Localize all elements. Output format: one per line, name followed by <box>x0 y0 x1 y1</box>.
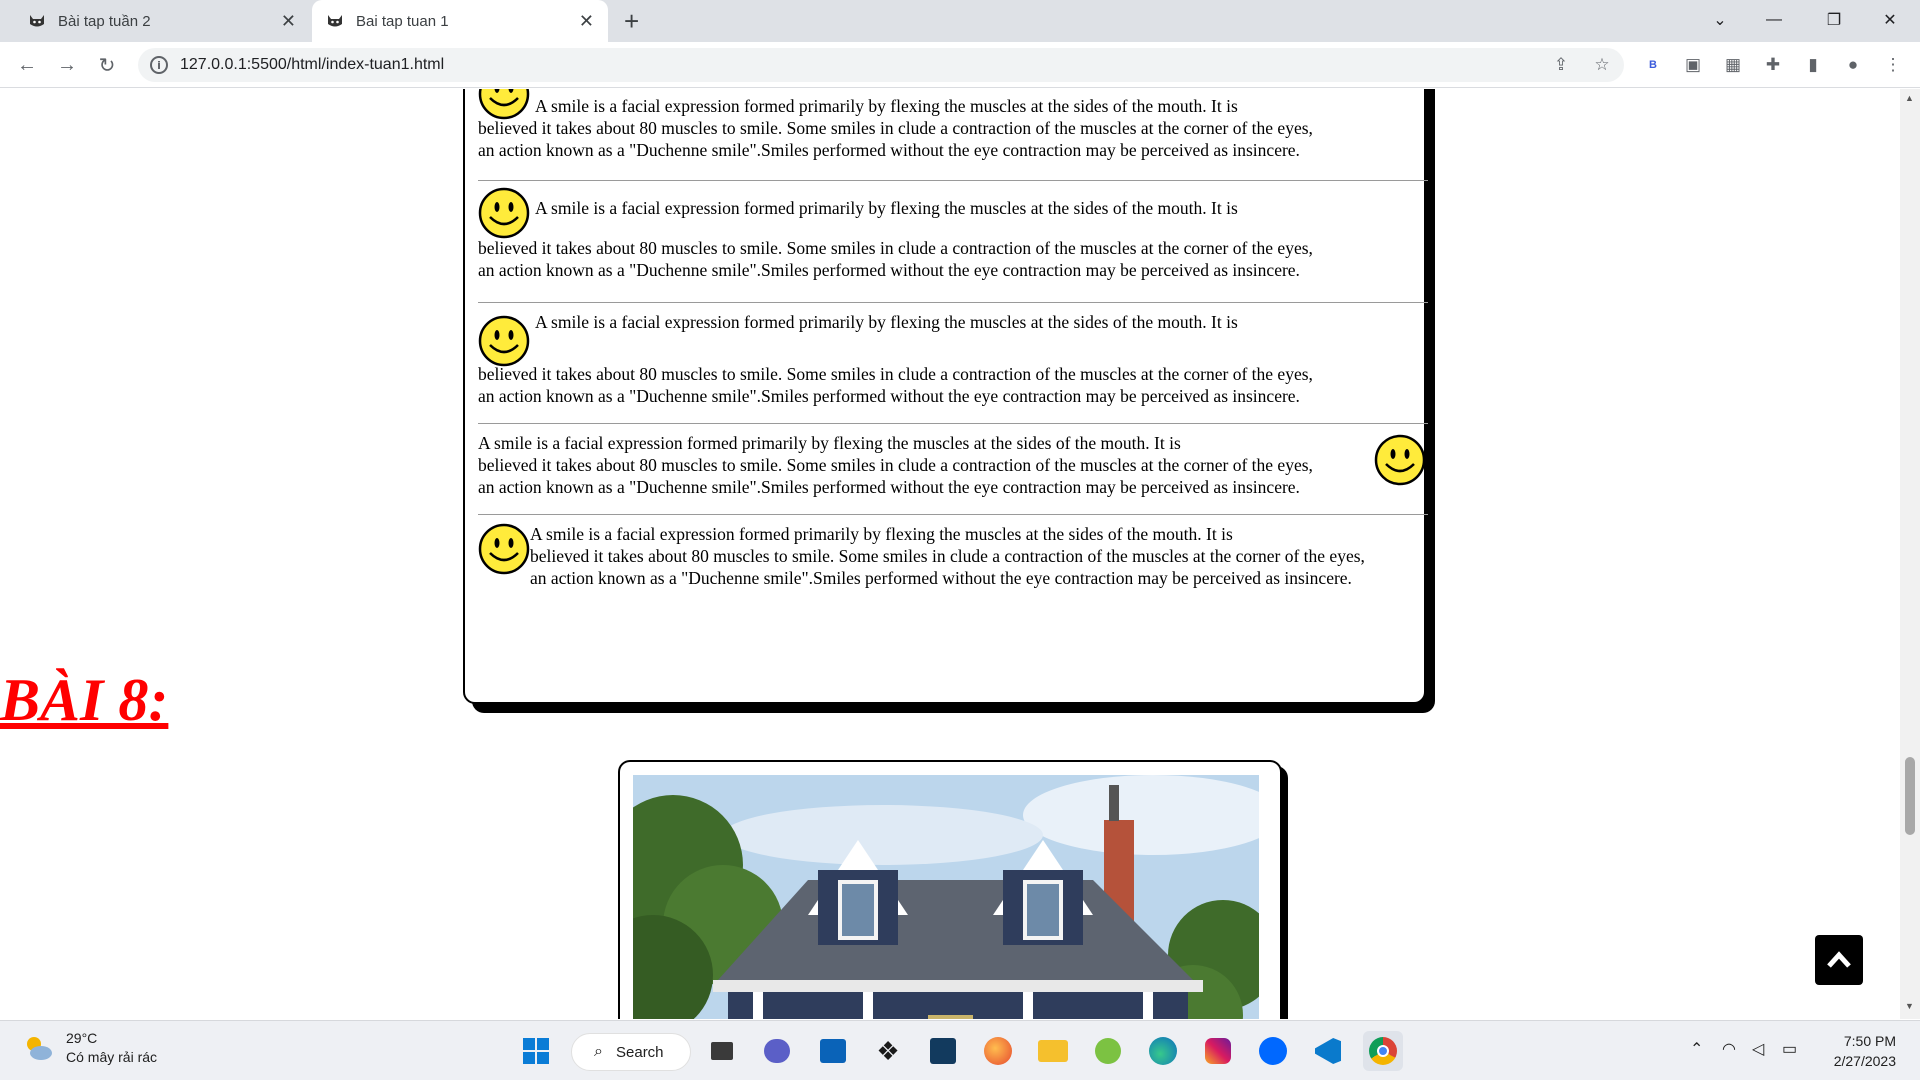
chevron-up-icon <box>1827 951 1851 968</box>
smiley-icon <box>478 89 530 120</box>
site-info-icon[interactable]: i <box>150 56 168 74</box>
close-window-icon[interactable]: ✕ <box>1862 0 1918 40</box>
menu-kebab-icon[interactable]: ⋮ <box>1880 52 1906 78</box>
vscode-icon[interactable] <box>1308 1031 1348 1071</box>
restore-icon[interactable]: ❐ <box>1806 0 1862 40</box>
green-app-icon[interactable] <box>1088 1031 1128 1071</box>
back-icon[interactable]: ← <box>12 50 42 80</box>
extension-screenshot-icon[interactable]: ▣ <box>1680 52 1706 78</box>
windows-taskbar: 29°C Có mây rải rác ⌕ Search ❖ ⌃ ◠ ◁ ▭ 7… <box>0 1020 1920 1080</box>
tab-title: Bai tap tuan 1 <box>356 12 449 30</box>
instagram-icon[interactable] <box>1198 1031 1238 1071</box>
paragraph-line-2: believed it takes about 80 muscles to sm… <box>478 238 1313 258</box>
bai-8-heading: BÀI 8: <box>0 667 169 733</box>
paragraph-line-1: A smile is a facial expression formed pr… <box>530 524 1233 544</box>
paragraph-line-3: an action known as a "Duchenne smile".Sm… <box>530 568 1352 588</box>
address-bar[interactable]: i 127.0.0.1:5500/html/index-tuan1.html <box>138 48 1624 82</box>
reload-icon[interactable]: ↻ <box>92 50 122 80</box>
back-to-top-button[interactable] <box>1815 935 1863 985</box>
search-label: Search <box>616 1043 664 1061</box>
house-photo <box>633 775 1259 1019</box>
tab-bar: Bài tap tuần 2 ✕ Bai tap tuan 1 ✕ + ⌄ — … <box>0 0 1920 42</box>
dropbox-icon[interactable]: ❖ <box>868 1031 908 1071</box>
smile-card: A smile is a facial expression formed pr… <box>463 89 1428 704</box>
smiley-icon <box>1374 434 1426 486</box>
extension-b-icon[interactable]: B <box>1640 52 1666 78</box>
divider <box>478 180 1428 181</box>
file-explorer-icon[interactable] <box>1033 1031 1073 1071</box>
house-illustration <box>633 775 1259 1019</box>
task-view-icon[interactable] <box>702 1031 742 1071</box>
wifi-icon[interactable]: ◠ <box>1722 1039 1736 1059</box>
chrome-icon[interactable] <box>1363 1031 1403 1071</box>
profile-avatar-icon[interactable]: ● <box>1840 52 1866 78</box>
system-clock[interactable]: 7:50 PM 2/27/2023 <box>1820 1031 1896 1071</box>
smiley-icon <box>478 315 530 367</box>
volume-icon[interactable]: ◁ <box>1752 1039 1764 1059</box>
bookmark-star-icon[interactable]: ☆ <box>1589 52 1615 78</box>
paragraph-line-3: an action known as a "Duchenne smile".Sm… <box>478 140 1300 160</box>
tray-overflow-chevron-icon[interactable]: ⌃ <box>1690 1039 1703 1059</box>
image-card <box>618 760 1282 1019</box>
clock-date: 2/27/2023 <box>1833 1053 1896 1069</box>
divider <box>478 423 1428 424</box>
scrollbar-thumb[interactable] <box>1905 757 1915 835</box>
teams-chat-icon[interactable] <box>757 1031 797 1071</box>
close-tab-icon[interactable]: ✕ <box>281 11 296 32</box>
search-icon: ⌕ <box>594 1043 603 1060</box>
smiley-icon <box>478 523 530 575</box>
weather-description: Có mây rải rác <box>66 1049 158 1065</box>
edge-icon[interactable] <box>1143 1031 1183 1071</box>
smiley-icon <box>478 187 530 239</box>
weather-widget[interactable]: 29°C Có mây rải rác <box>22 1029 157 1067</box>
paragraph-line-2: believed it takes about 80 muscles to sm… <box>478 118 1313 138</box>
tab-bai-tap-tuan-1[interactable]: Bai tap tuan 1 ✕ <box>312 0 608 42</box>
paragraph-line-3: an action known as a "Duchenne smile".Sm… <box>478 477 1300 497</box>
taskbar-search[interactable]: ⌕ Search <box>571 1033 691 1071</box>
paragraph-line-2: believed it takes about 80 muscles to sm… <box>478 364 1313 384</box>
browser-toolbar: ← → ↻ i 127.0.0.1:5500/html/index-tuan1.… <box>0 42 1920 88</box>
microsoft-store-icon[interactable] <box>813 1031 853 1071</box>
divider <box>478 514 1428 515</box>
paragraph-line-3: an action known as a "Duchenne smile".Sm… <box>478 386 1300 406</box>
url-text: 127.0.0.1:5500/html/index-tuan1.html <box>180 56 445 73</box>
firefox-icon[interactable] <box>978 1031 1018 1071</box>
paragraph-line-1: A smile is a facial expression formed pr… <box>535 312 1238 332</box>
side-panel-icon[interactable]: ▮ <box>1800 52 1826 78</box>
scroll-up-arrow-icon[interactable]: ▲ <box>1905 93 1914 103</box>
paragraph-line-2: believed it takes about 80 muscles to sm… <box>478 455 1313 475</box>
zalo-icon[interactable] <box>1253 1031 1293 1071</box>
divider <box>478 302 1428 303</box>
paragraph-line-3: an action known as a "Duchenne smile".Sm… <box>478 260 1300 280</box>
app-blue-icon[interactable] <box>923 1031 963 1071</box>
windows-start-icon[interactable] <box>516 1031 556 1071</box>
minimize-icon[interactable]: — <box>1746 0 1802 40</box>
clock-time: 7:50 PM <box>1843 1033 1896 1049</box>
page-scrollbar[interactable]: ▲ ▼ <box>1900 89 1920 1019</box>
forward-icon[interactable]: → <box>52 50 82 80</box>
paragraph-line-1: A smile is a facial expression formed pr… <box>535 198 1238 218</box>
tab-search-chevron-icon[interactable]: ⌄ <box>1692 0 1748 40</box>
paragraph-line-2: believed it takes about 80 muscles to sm… <box>530 546 1365 566</box>
paragraph-line-1: A smile is a facial expression formed pr… <box>535 96 1238 116</box>
paragraph-line-1: A smile is a facial expression formed pr… <box>478 433 1181 453</box>
extension-photo-icon[interactable]: ▦ <box>1720 52 1746 78</box>
partly-cloudy-icon <box>27 1037 52 1060</box>
new-tab-icon[interactable]: + <box>624 6 639 37</box>
cat-favicon-icon <box>30 15 44 27</box>
cat-favicon-icon <box>328 15 342 27</box>
tab-title: Bài tap tuần 2 <box>58 12 151 30</box>
page-viewport: A smile is a facial expression formed pr… <box>0 89 1900 1019</box>
temperature: 29°C <box>66 1030 98 1046</box>
close-tab-icon[interactable]: ✕ <box>579 11 594 32</box>
extensions-puzzle-icon[interactable]: ✚ <box>1760 52 1786 78</box>
scroll-down-arrow-icon[interactable]: ▼ <box>1905 1001 1914 1011</box>
share-icon[interactable]: ⇪ <box>1548 52 1574 78</box>
tab-bai-tap-tuan-2[interactable]: Bài tap tuần 2 ✕ <box>14 0 310 42</box>
battery-icon[interactable]: ▭ <box>1782 1039 1797 1059</box>
